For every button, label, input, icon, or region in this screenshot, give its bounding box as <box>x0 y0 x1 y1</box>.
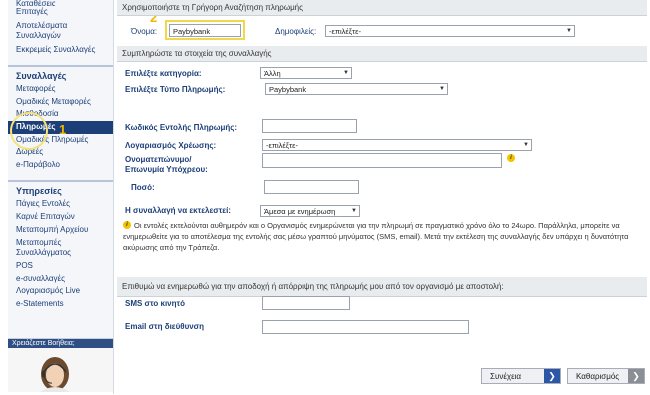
payment-code-label: Κωδικός Εντολής Πληρωμής: <box>125 123 238 132</box>
continue-button[interactable]: Συνέχεια ❯ <box>481 368 561 384</box>
sidebar-item-fx-transfers[interactable]: Μεταπομπές Συναλλάγματος <box>8 236 101 258</box>
notify-bar: Επιθυμώ να ενημερωθώ για την αποδοχή ή α… <box>117 277 647 297</box>
sidebar-section-services: Υπηρεσίες <box>8 180 113 198</box>
category-select[interactable]: Άλλη <box>260 67 352 79</box>
arrow-right-icon: ❯ <box>628 369 644 383</box>
sidebar-item-cheques[interactable]: Επιταγές <box>8 6 113 19</box>
sms-label: SMS στο κινητό <box>125 299 185 308</box>
sidebar-item-standing-orders[interactable]: Πάγιες Εντολές <box>8 198 113 211</box>
sidebar-item-etransactions[interactable]: e-συναλλαγές <box>8 273 113 286</box>
clear-button-label: Καθαρισμός <box>576 372 620 381</box>
execution-note: i Οι εντολές εκτελούνται αυθημερόν και ο… <box>123 220 639 253</box>
form-bar: Συμπληρώστε τα στοιχεία της συναλλαγής <box>117 46 647 62</box>
sidebar-item-chequebook[interactable]: Καρνέ Επιταγών <box>8 211 113 224</box>
quick-search-bar: Χρησιμοποιήστε τη Γρήγορη Αναζήτηση πληρ… <box>117 0 647 16</box>
sidebar-item-pending[interactable]: Εκκρεμείς Συναλλαγές <box>8 41 113 57</box>
info-icon[interactable]: i <box>507 154 515 162</box>
note-info-icon: i <box>123 221 131 229</box>
amount-label: Ποσό: <box>131 183 155 192</box>
clear-button[interactable]: Καθαρισμός ❯ <box>567 368 645 384</box>
amount-input[interactable] <box>264 180 359 194</box>
arrow-right-icon: ❯ <box>544 369 560 383</box>
sidebar-section-transactions: Συναλλαγές <box>8 65 113 83</box>
support-agent-image <box>8 348 113 392</box>
payment-type-label: Επιλέξτε Τύπο Πληρωμής: <box>125 85 226 94</box>
sidebar-item-group-transfers[interactable]: Ομαδικές Μεταφορές <box>8 96 113 109</box>
payer-name-label-line2: Επωνυμία Υπόχρεου: <box>125 165 208 174</box>
sidebar-item-transfers[interactable]: Μεταφορές <box>8 83 113 96</box>
sidebar-item-eparavolo[interactable]: e-Παράβολο <box>8 159 113 172</box>
annotation-marker-1: 1 <box>59 122 67 137</box>
sidebar-item-live-account[interactable]: Λογαριασμός Live <box>8 285 113 298</box>
continue-button-label: Συνέχεια <box>490 372 522 381</box>
sidebar-item-estatements[interactable]: e-Statements <box>8 298 113 311</box>
debit-account-label: Λογαριασμός Χρέωσης: <box>125 141 217 150</box>
payer-name-input[interactable] <box>262 153 502 168</box>
help-title: Χρειάζεστε Βοήθεια; <box>8 339 113 348</box>
main-content: Χρησιμοποιήστε τη Γρήγορη Αναζήτηση πληρ… <box>117 0 647 394</box>
execution-select[interactable]: Άμεσα με ενημέρωση <box>260 205 360 217</box>
popular-label: Δημοφιλείς: <box>275 27 317 36</box>
sidebar-item-file-transfer[interactable]: Μεταπομπή Αρχείου <box>8 224 113 237</box>
execution-label: Η συναλλαγή να εκτελεστεί: <box>125 206 231 215</box>
category-label: Επιλέξτε κατηγορία: <box>125 69 202 78</box>
sidebar: Καταθέσεις Επιταγές Αποτελέσματα Συναλλα… <box>8 0 114 395</box>
sidebar-item-results[interactable]: Αποτελέσματα Συναλλαγών <box>8 19 96 41</box>
payment-code-input[interactable] <box>262 119 357 133</box>
payment-type-select[interactable]: Paybybank <box>265 83 448 95</box>
sms-input[interactable] <box>262 296 350 310</box>
payer-name-label-line1: Ονοματεπώνυμο/ <box>125 155 192 164</box>
payer-name-label: Ονοματεπώνυμο/ Επωνυμία Υπόχρεου: <box>125 155 208 175</box>
quick-name-label: Όνομα: <box>131 27 158 36</box>
annotation-circle <box>10 112 48 150</box>
sidebar-item-pos[interactable]: POS <box>8 258 113 273</box>
email-input[interactable] <box>262 320 469 334</box>
popular-select[interactable]: -επιλέξτε- <box>325 25 575 37</box>
execution-note-text: Οι εντολές εκτελούνται αυθημερόν και ο Ο… <box>123 221 629 252</box>
email-label: Email στη διεύθυνση <box>125 322 205 331</box>
debit-account-select[interactable]: -επιλέξτε- <box>262 139 532 151</box>
help-box[interactable]: Χρειάζεστε Βοήθεια; <box>8 338 113 395</box>
quick-name-input[interactable]: Paybybank <box>169 24 241 37</box>
